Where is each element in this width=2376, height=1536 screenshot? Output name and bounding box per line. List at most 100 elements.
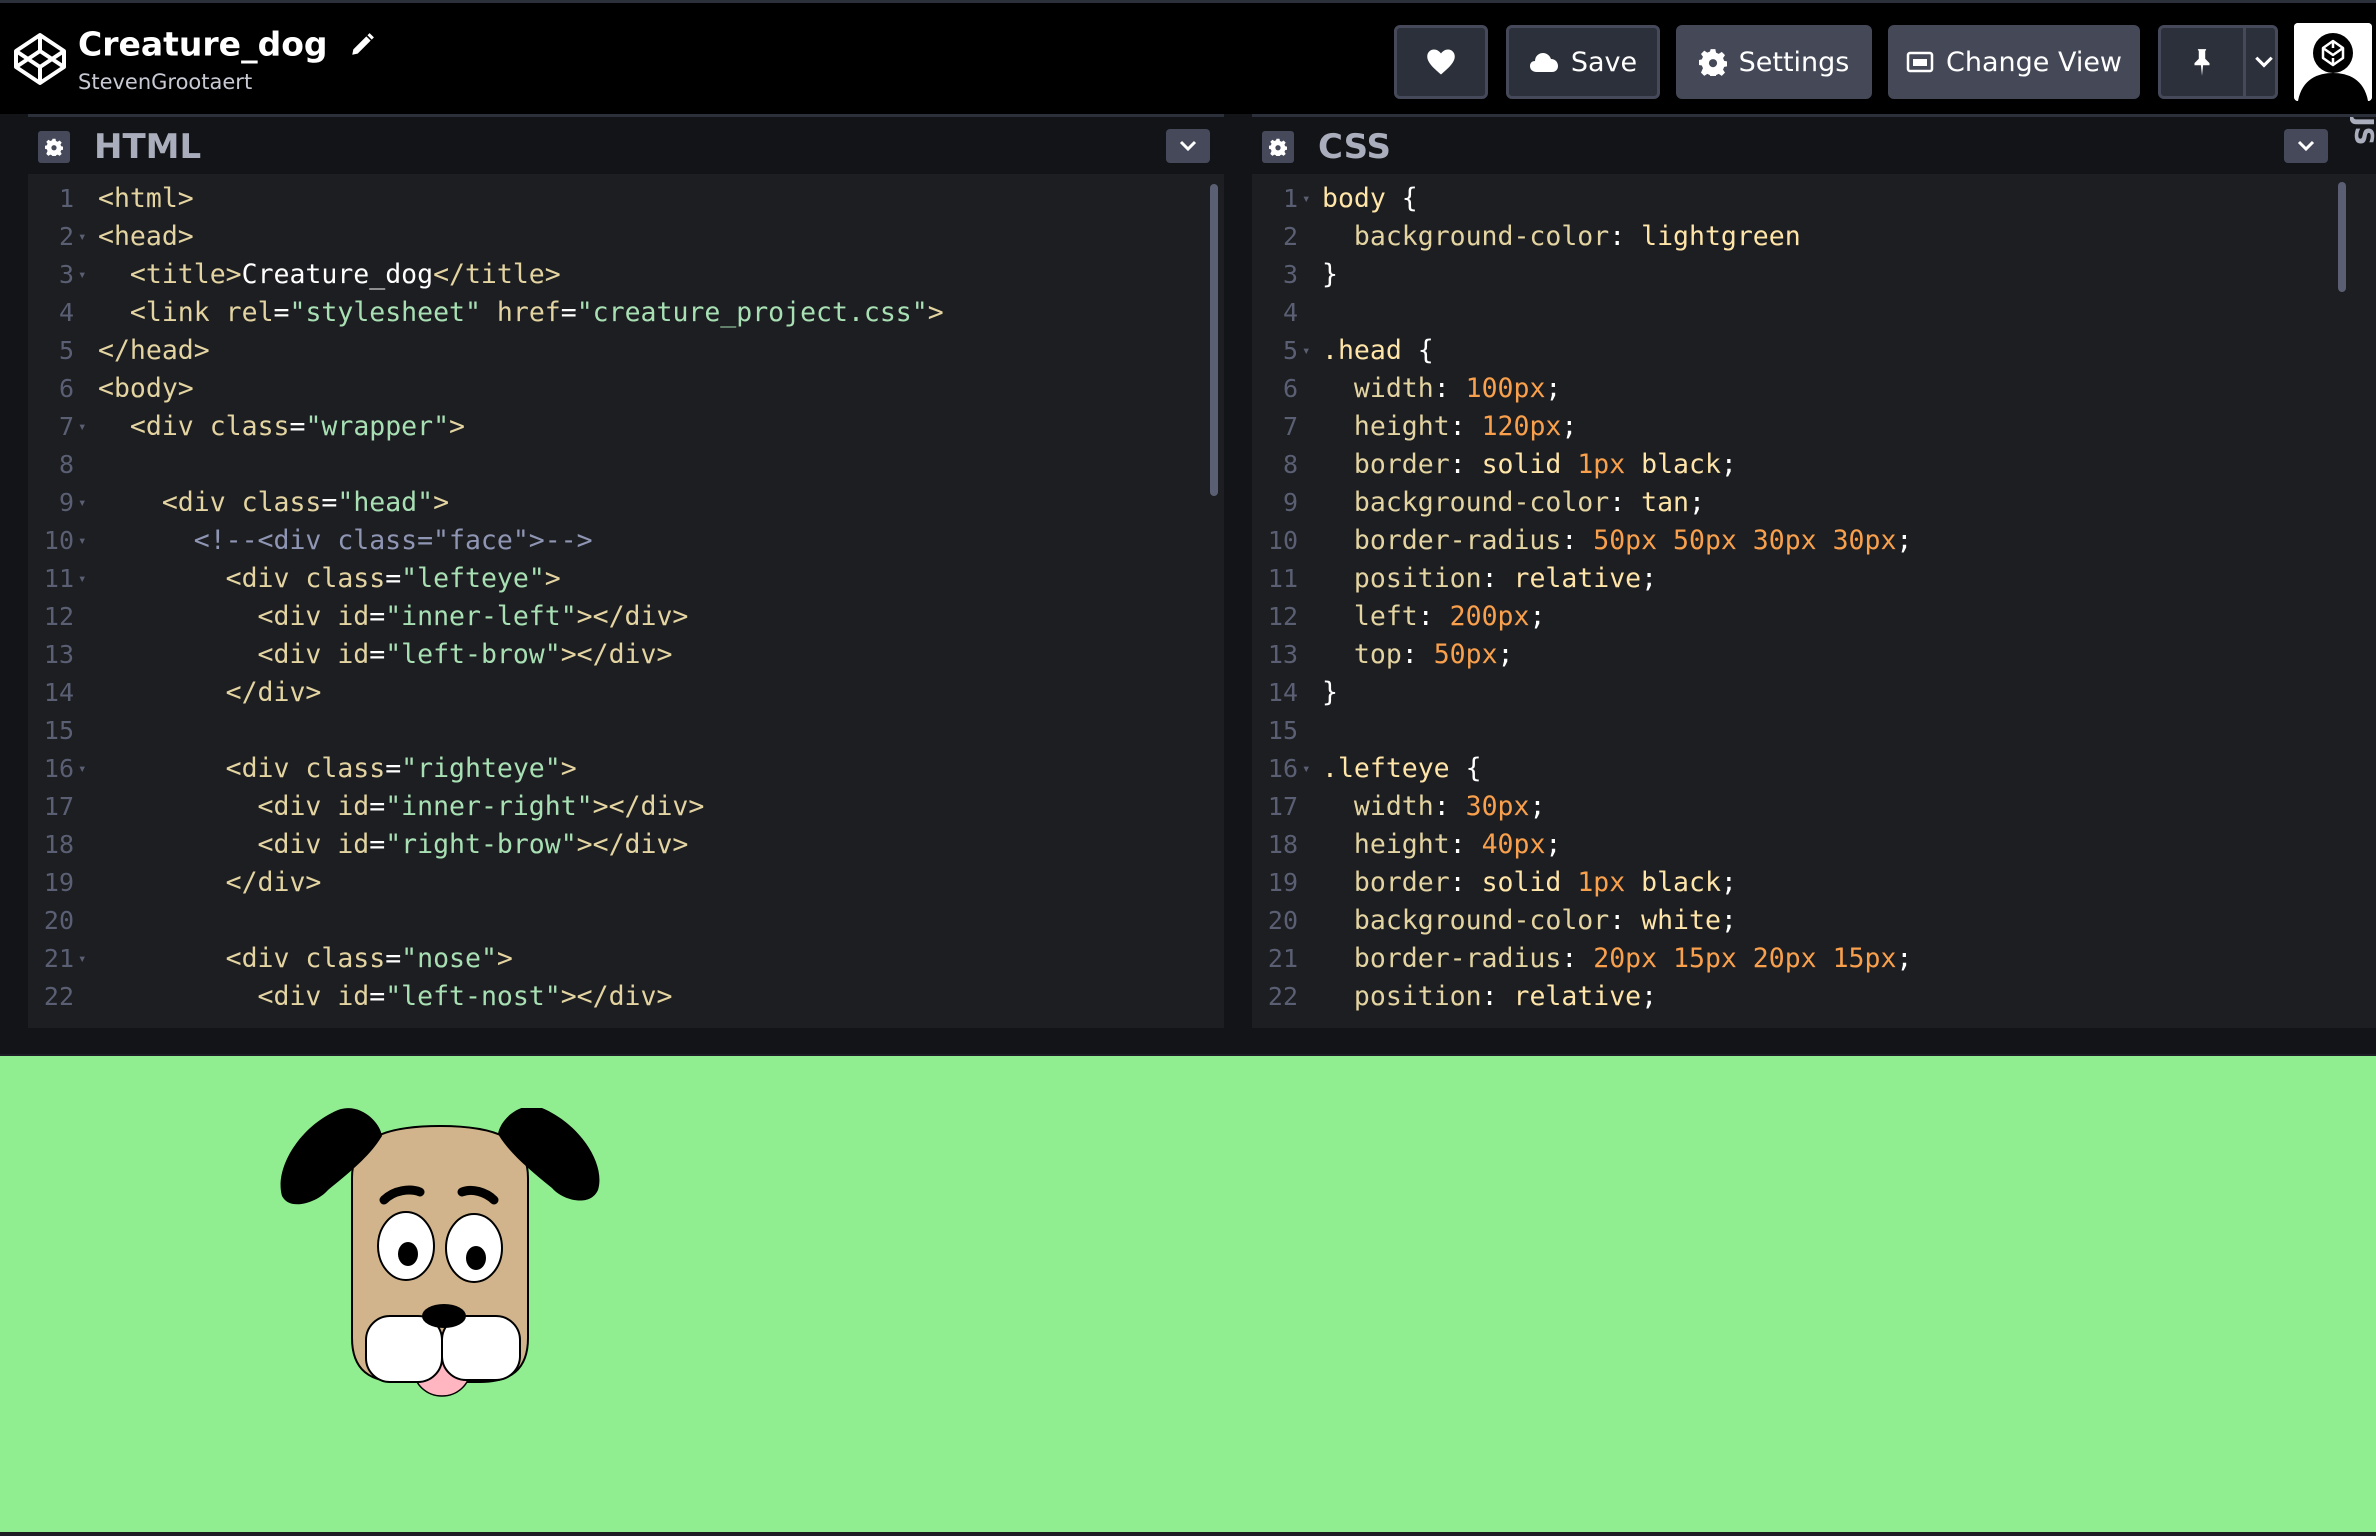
code-token: ></div>	[560, 981, 673, 1012]
html-code-line[interactable]: 14 </div>	[28, 674, 1224, 712]
fold-arrow-icon[interactable]: ▾	[74, 256, 98, 294]
css-code-line[interactable]: 17 width: 30px;	[1252, 788, 2376, 826]
css-code-line[interactable]: 12 left: 200px;	[1252, 598, 2376, 636]
line-number: 8	[58, 450, 74, 479]
html-scrollbar[interactable]	[1210, 184, 1218, 496]
code-token: "inner-right"	[385, 791, 593, 822]
html-code-line[interactable]: 15	[28, 712, 1224, 750]
js-panel-tab[interactable]: JS	[2350, 117, 2376, 177]
css-code-line[interactable]: 5 ▾ .head {	[1252, 332, 2376, 370]
html-code-line[interactable]: 6 <body>	[28, 370, 1224, 408]
fold-arrow-icon[interactable]: ▾	[74, 408, 98, 446]
save-button[interactable]: Save	[1506, 25, 1660, 99]
fold-arrow-icon[interactable]: ▾	[74, 750, 98, 788]
html-settings-button[interactable]	[38, 131, 70, 163]
html-code-line[interactable]: 20	[28, 902, 1224, 940]
html-panel-dropdown[interactable]	[1166, 129, 1210, 163]
html-code-line[interactable]: 3 ▾ <title>Creature_dog</title>	[28, 256, 1224, 294]
code-token: 100px	[1465, 373, 1546, 404]
css-code-line[interactable]: 2 background-color: lightgreen	[1252, 218, 2376, 256]
code-token: height	[1353, 829, 1450, 860]
code-token: width	[1353, 373, 1434, 404]
css-code-line[interactable]: 22 position: relative;	[1252, 978, 2376, 1016]
html-code-line[interactable]: 7 ▾ <div class="wrapper">	[28, 408, 1224, 446]
css-code-line[interactable]: 15	[1252, 712, 2376, 750]
css-code-line[interactable]: 18 height: 40px;	[1252, 826, 2376, 864]
fold-arrow-icon[interactable]: ▾	[74, 218, 98, 256]
code-content: <link rel="stylesheet" href="creature_pr…	[98, 294, 944, 332]
fold-arrow-icon[interactable]: ▾	[1298, 332, 1322, 370]
fold-arrow-icon[interactable]: ▾	[74, 940, 98, 978]
css-code-line[interactable]: 1 ▾ body {	[1252, 180, 2376, 218]
css-code-line[interactable]: 4	[1252, 294, 2376, 332]
html-code-line[interactable]: 16 ▾ <div class="righteye">	[28, 750, 1224, 788]
css-code-line[interactable]: 10 border-radius: 50px 50px 30px 30px;	[1252, 522, 2376, 560]
code-token: =	[385, 563, 402, 594]
pen-title[interactable]: Creature_dog	[78, 25, 327, 64]
css-code-line[interactable]: 8 border: solid 1px black;	[1252, 446, 2376, 484]
love-button[interactable]	[1394, 25, 1488, 99]
css-code-line[interactable]: 20 background-color: white;	[1252, 902, 2376, 940]
html-code-line[interactable]: 19 </div>	[28, 864, 1224, 902]
pin-button[interactable]	[2158, 25, 2278, 99]
css-code-line[interactable]: 14}	[1252, 674, 2376, 712]
pencil-icon[interactable]	[349, 32, 375, 58]
html-code-line[interactable]: 4 <link rel="stylesheet" href="creature_…	[28, 294, 1224, 332]
code-token: Creature_dog	[241, 259, 434, 290]
html-code-line[interactable]: 21 ▾ <div class="nose">	[28, 940, 1224, 978]
save-label: Save	[1570, 46, 1638, 78]
code-token: background-color	[1353, 221, 1610, 252]
css-code-line[interactable]: 9 background-color: tan;	[1252, 484, 2376, 522]
css-code-line[interactable]: 11 position: relative;	[1252, 560, 2376, 598]
css-panel-dropdown[interactable]	[2284, 129, 2328, 163]
html-code-line[interactable]: 18 <div id="right-brow"></div>	[28, 826, 1224, 864]
css-code-editor[interactable]: 1 ▾ body {2 background-color: lightgreen 3}…	[1252, 180, 2376, 1028]
html-code-line[interactable]: 11 ▾ <div class="lefteye">	[28, 560, 1224, 598]
fold-arrow-icon[interactable]: ▾	[74, 522, 98, 560]
settings-button[interactable]: Settings	[1676, 25, 1872, 99]
html-code-line[interactable]: 10 ▾ <!--<div class="face">-->	[28, 522, 1224, 560]
code-content: </div>	[98, 674, 322, 712]
code-token: =	[369, 639, 386, 670]
fold-arrow-icon[interactable]: ▾	[74, 484, 98, 522]
css-code-line[interactable]: 16 ▾ .lefteye {	[1252, 750, 2376, 788]
html-code-line[interactable]: 22 <div id="left-nost"></div>	[28, 978, 1224, 1016]
css-code-line[interactable]: 21 border-radius: 20px 15px 20px 15px;	[1252, 940, 2376, 978]
html-editor-panel: HTML 1 <html> 2 ▾ <head> 3 ▾ <title>Creature_d…	[28, 114, 1224, 1028]
css-code-line[interactable]: 7 height: 120px;	[1252, 408, 2376, 446]
code-token: top	[1353, 639, 1402, 670]
html-code-line[interactable]: 5 </head>	[28, 332, 1224, 370]
css-code-line[interactable]: 19 border: solid 1px black;	[1252, 864, 2376, 902]
code-content: border-radius: 50px 50px 30px 30px;	[1322, 522, 1912, 560]
css-code-line[interactable]: 6 width: 100px;	[1252, 370, 2376, 408]
html-code-line[interactable]: 17 <div id="inner-right"></div>	[28, 788, 1224, 826]
fold-arrow-icon[interactable]: ▾	[74, 560, 98, 598]
change-view-button[interactable]: Change View	[1888, 25, 2140, 99]
fold-arrow-icon[interactable]: ▾	[1298, 180, 1322, 218]
codepen-logo-icon[interactable]	[12, 31, 68, 87]
css-code-line[interactable]: 13 top: 50px;	[1252, 636, 2376, 674]
html-code-line[interactable]: 9 ▾ <div class="head">	[28, 484, 1224, 522]
author-name[interactable]: StevenGrootaert	[78, 69, 375, 95]
code-token: <div	[257, 601, 338, 632]
html-code-editor[interactable]: 1 <html> 2 ▾ <head> 3 ▾ <title>Creature_dog</t…	[28, 180, 1224, 1028]
html-code-line[interactable]: 1 <html>	[28, 180, 1224, 218]
code-token: :	[1449, 411, 1482, 442]
html-code-line[interactable]: 8	[28, 446, 1224, 484]
css-code-line[interactable]: 3}	[1252, 256, 2376, 294]
css-scrollbar[interactable]	[2338, 182, 2346, 292]
css-settings-button[interactable]	[1262, 131, 1294, 163]
html-code-line[interactable]: 12 <div id="inner-left"></div>	[28, 598, 1224, 636]
code-content: <div class="wrapper">	[98, 408, 465, 446]
html-code-line[interactable]: 2 ▾ <head>	[28, 218, 1224, 256]
result-preview[interactable]	[0, 1056, 2376, 1534]
chevron-down-icon[interactable]	[2253, 50, 2275, 72]
html-code-line[interactable]: 13 <div id="left-brow"></div>	[28, 636, 1224, 674]
user-avatar[interactable]	[2294, 23, 2372, 101]
fold-arrow-icon[interactable]: ▾	[1298, 750, 1322, 788]
